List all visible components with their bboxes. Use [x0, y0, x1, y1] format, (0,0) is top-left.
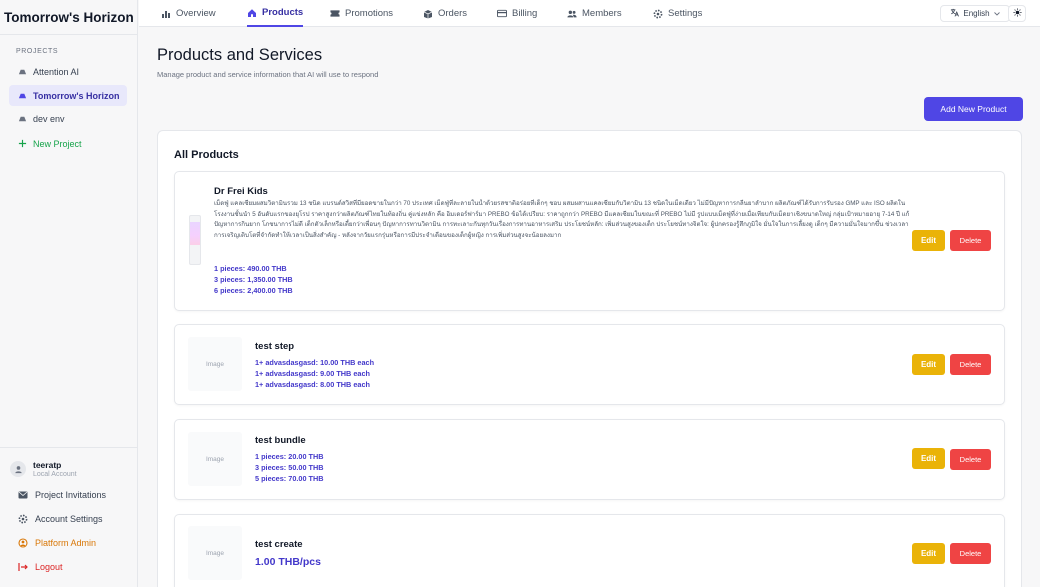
edit-button[interactable]: Edit: [912, 448, 945, 469]
project-icon: [18, 67, 27, 76]
price-tier: 5 pieces: 70.00 THB: [255, 474, 324, 483]
project-label: dev env: [33, 113, 65, 124]
tab-members[interactable]: Members: [567, 0, 622, 27]
product-card-test-create: [174, 514, 1005, 587]
sun-icon: [1012, 8, 1022, 19]
user-icon: [10, 461, 26, 477]
projects-section-label: PROJECTS: [16, 48, 59, 55]
gear-icon: [18, 514, 28, 524]
top-navigation: Overview Products Promotions Orders Bill…: [139, 0, 1040, 27]
gear-icon: [653, 9, 663, 19]
page-subtitle: Manage product and service information t…: [157, 70, 379, 79]
tab-overview[interactable]: Overview: [161, 0, 216, 27]
project-icon: [18, 114, 27, 123]
product-name: test create: [255, 539, 303, 550]
tab-label: Settings: [668, 8, 703, 19]
user-name: teeratp: [33, 459, 62, 470]
logout-link[interactable]: Logout: [18, 559, 63, 575]
account-settings-label: Account Settings: [35, 514, 103, 524]
account-settings-link[interactable]: Account Settings: [18, 511, 103, 527]
user-account[interactable]: teeratp Local Account: [10, 457, 128, 481]
divider: [0, 447, 138, 448]
price-tier: 1 pieces: 490.00 THB: [214, 264, 287, 273]
project-icon: [18, 91, 27, 100]
box-icon: [423, 9, 433, 19]
project-item-tomorrows-horizon[interactable]: Tomorrow's Horizon: [9, 85, 127, 106]
product-description: เม็ดฟู่ แคลเซียมผสมวิตามินรวม 13 ชนิด แบ…: [214, 200, 910, 240]
new-project-button[interactable]: New Project: [9, 133, 127, 154]
price-tier: 3 pieces: 1,350.00 THB: [214, 275, 293, 284]
platform-admin-label: Platform Admin: [35, 538, 97, 548]
bar-chart-icon: [161, 9, 171, 19]
tab-billing[interactable]: Billing: [497, 0, 537, 27]
product-name: Dr Frei Kids: [214, 186, 268, 197]
tab-label: Overview: [176, 8, 216, 19]
edit-button[interactable]: Edit: [912, 230, 945, 251]
tab-settings[interactable]: Settings: [653, 0, 702, 27]
edit-button[interactable]: Edit: [912, 354, 945, 375]
mail-icon: [18, 490, 28, 500]
tab-label: Members: [582, 8, 622, 19]
users-icon: [567, 9, 577, 19]
all-products-heading: All Products: [174, 149, 239, 161]
theme-toggle-button[interactable]: [1008, 5, 1026, 22]
project-invitations-link[interactable]: Project Invitations: [18, 487, 106, 503]
tab-orders[interactable]: Orders: [423, 0, 467, 27]
tab-label: Billing: [512, 8, 538, 19]
price-tier: 1 pieces: 20.00 THB: [255, 452, 324, 461]
price-tier: 1+ advasdasgasd: 8.00 THB each: [255, 380, 370, 389]
image-placeholder: Image: [188, 337, 242, 391]
delete-button[interactable]: Delete: [950, 230, 991, 251]
admin-user-icon: [18, 538, 28, 548]
delete-button[interactable]: Delete: [950, 449, 991, 470]
brand-title: Tomorrow's Horizon: [4, 9, 134, 25]
project-label: Tomorrow's Horizon: [33, 90, 120, 101]
delete-button[interactable]: Delete: [950, 543, 991, 564]
sidebar: Tomorrow's Horizon PROJECTS Attention AI…: [0, 0, 138, 587]
product-name: test bundle: [255, 435, 306, 446]
product-name: test step: [255, 341, 295, 352]
chevron-down-icon: [993, 9, 1000, 18]
page-title: Products and Services: [157, 46, 323, 64]
price-tier: 1+ advasdasgasd: 10.00 THB each: [255, 358, 375, 367]
tab-label: Promotions: [345, 8, 394, 19]
logout-label: Logout: [35, 562, 63, 572]
image-placeholder: Image: [188, 432, 242, 486]
divider: [0, 34, 138, 35]
add-new-product-button[interactable]: Add New Product: [924, 97, 1023, 121]
translate-icon: [950, 8, 960, 19]
ticket-icon: [330, 9, 340, 19]
plus-icon: [18, 139, 27, 148]
price-tier: 3 pieces: 50.00 THB: [255, 463, 324, 472]
edit-button[interactable]: Edit: [912, 543, 945, 564]
tab-products[interactable]: Products: [247, 0, 304, 27]
price-tier: 6 pieces: 2,400.00 THB: [214, 286, 293, 295]
user-account-type: Local Account: [33, 470, 77, 478]
product-price: 1.00 THB/pcs: [255, 556, 321, 568]
logout-icon: [18, 562, 28, 572]
tab-label: Products: [262, 7, 304, 18]
tab-label: Orders: [438, 8, 468, 19]
home-icon: [247, 8, 257, 18]
tab-promotions[interactable]: Promotions: [330, 0, 393, 27]
image-placeholder: Image: [188, 526, 242, 580]
project-label: Attention AI: [33, 66, 80, 77]
project-invitations-label: Project Invitations: [35, 490, 107, 500]
product-image: [189, 215, 201, 265]
language-selector[interactable]: English: [940, 5, 1010, 22]
new-project-label: New Project: [33, 138, 82, 149]
project-item-dev-env[interactable]: dev env: [9, 108, 127, 129]
project-item-attention-ai[interactable]: Attention AI: [9, 61, 127, 82]
language-label: English: [963, 9, 990, 18]
delete-button[interactable]: Delete: [950, 354, 991, 375]
price-tier: 1+ advasdasgasd: 9.00 THB each: [255, 369, 370, 378]
platform-admin-link[interactable]: Platform Admin: [18, 535, 96, 551]
credit-card-icon: [497, 9, 507, 19]
